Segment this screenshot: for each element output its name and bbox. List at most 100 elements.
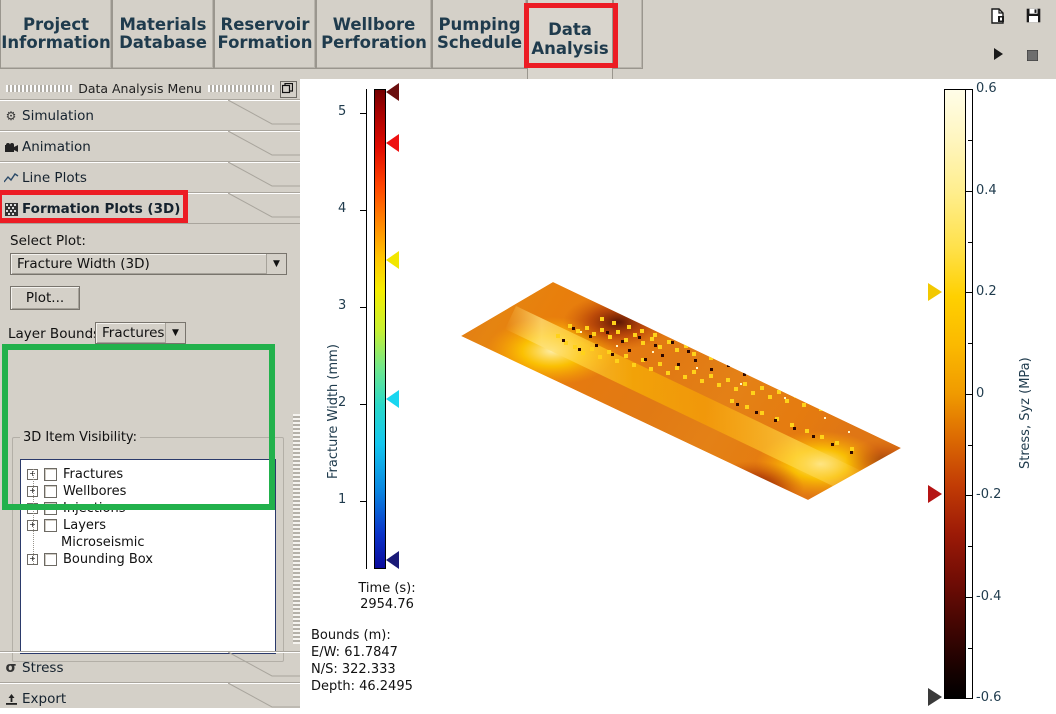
tab-pumping-schedule[interactable]: Pumping Schedule [432,0,527,69]
stop-icon[interactable] [1026,46,1039,65]
tab-label-line2: Analysis [531,38,609,58]
sidebar-item-animation[interactable]: Animation [0,131,300,162]
right-colorbar-minor-tick [968,445,973,446]
tab-label-line1: Project [22,14,90,34]
layer-bounds-value: Fractures [102,325,165,341]
tab-overflow[interactable] [613,0,643,69]
run-icon[interactable] [993,45,1004,64]
right-colorbar-minor-tick [968,140,973,141]
right-colorbar-minor-tick [968,242,973,243]
right-colorbar-minor-tick [968,343,973,344]
sidebar-item-label: Simulation [22,108,94,124]
plot-button[interactable]: Plot... [10,286,80,310]
tree-item-label: Wellbores [63,484,127,499]
tab-label-line2: Database [119,33,207,52]
right-colorbar-tick [966,394,973,395]
tree-item-microseismic[interactable]: Microseismic [21,534,275,551]
tree-item-wellbores[interactable]: + Wellbores [21,483,275,500]
stress-syz-colorbar [944,89,966,699]
sidebar-item-export[interactable]: Export [0,683,300,714]
sigma-icon: σ [5,660,17,676]
stress-marker-lower[interactable] [928,485,942,503]
right-colorbar-tick-label: 0.4 [976,183,997,198]
select-plot-value: Fracture Width (3D) [17,256,150,272]
tab-project-information[interactable]: Project Information [0,0,112,69]
tree-item-bounding-box[interactable]: + Bounding Box [21,551,275,568]
menu-header-title: Data Analysis Menu [78,81,202,96]
right-colorbar-tick-label: 0.6 [976,81,997,96]
right-colorbar-tick-label: -0.4 [976,589,1002,604]
layer-bounds-label: Layer Bounds: [8,326,105,342]
visibility-checkbox[interactable] [44,519,57,532]
visibility-checkbox[interactable] [44,485,57,498]
plot-canvas[interactable]: 5 4 3 2 1 Fracture Width (mm) Time (s): … [300,79,1056,708]
item-visibility-group-title: 3D Item Visibility: [20,430,141,445]
tree-item-label: Bounding Box [63,552,154,567]
right-colorbar-tick [966,495,973,496]
tree-guide-line [33,468,34,564]
header-dots-right [207,85,274,92]
sidebar-item-label: Formation Plots (3D) [22,201,181,217]
right-colorbar-tick-label: -0.6 [976,690,1002,705]
tab-label-line1: Materials [119,14,207,34]
chevron-down-icon[interactable]: ▼ [165,323,185,343]
export-icon [0,692,22,706]
select-plot-label: Select Plot: [10,233,86,249]
layer-bounds-combobox[interactable]: Fractures ▼ [95,322,186,344]
tree-item-layers[interactable]: + Layers [21,517,275,534]
stress-marker-min[interactable] [928,688,942,706]
sidebar-item-label: Export [22,691,67,707]
tab-reservoir-formation[interactable]: Reservoir Formation [214,0,316,69]
visibility-checkbox[interactable] [44,553,57,566]
right-colorbar-tick [966,597,973,598]
visibility-checkbox[interactable] [44,502,57,515]
panel-splitter[interactable] [293,414,300,644]
sidebar-item-label: Stress [22,660,64,676]
tab-wellbore-perforation[interactable]: Wellbore Perforation [316,0,432,69]
tab-label-line1: Pumping [438,14,521,34]
tab-label-line1: Data [548,20,592,40]
visibility-checkbox[interactable] [44,468,57,481]
right-colorbar-tick-label: 0.2 [976,284,997,299]
accordion-divider [0,223,300,224]
line-chart-icon [0,171,22,185]
tab-label-line1: Wellbore [332,14,416,34]
expand-icon [27,538,36,547]
right-colorbar-minor-tick [968,546,973,547]
sidebar-item-simulation[interactable]: ⚙ Simulation [0,100,300,131]
tab-label-line2: Perforation [321,33,427,52]
film-icon [0,140,22,154]
plot-button-label: Plot... [25,290,65,306]
grid-3d-icon [0,202,22,216]
item-visibility-tree[interactable]: + Fractures + Wellbores + Injections + L… [20,459,276,654]
gear-icon: ⚙ [5,109,17,123]
tree-item-label: Microseismic [61,535,145,550]
sidebar-item-line-plots[interactable]: Line Plots [0,162,300,193]
float-panel-icon[interactable] [280,81,297,98]
tab-label-line2: Schedule [437,33,523,52]
tree-item-injections[interactable]: + Injections [21,500,275,517]
tab-label-line2: Information [1,33,111,52]
new-document-icon[interactable] [991,8,1005,28]
tab-data-analysis[interactable]: Data Analysis [527,0,613,79]
select-plot-combobox[interactable]: Fracture Width (3D) ▼ [10,253,287,275]
sidebar-item-label: Animation [22,139,91,155]
sidebar-item-stress[interactable]: σ Stress [0,652,300,683]
save-icon[interactable] [1026,8,1041,27]
tab-label-line2: Formation [217,33,313,52]
stress-marker-upper[interactable] [928,283,942,301]
fracture-surface-3d[interactable] [300,79,1056,708]
right-colorbar-minor-tick [968,648,973,649]
right-colorbar-axis-title: Stress, Syz (MPa) [1018,357,1033,469]
right-colorbar-tick [966,698,973,699]
tree-item-label: Layers [63,518,107,533]
sidebar-item-formation-plots-3d[interactable]: Formation Plots (3D) [0,193,300,224]
tab-materials-database[interactable]: Materials Database [112,0,214,69]
tree-item-fractures[interactable]: + Fractures [21,466,275,483]
right-colorbar-tick-label: -0.2 [976,487,1002,502]
right-colorbar-tick [966,191,973,192]
chevron-down-icon[interactable]: ▼ [266,254,286,274]
menu-header: Data Analysis Menu [0,79,300,98]
right-colorbar-tick-label: 0 [976,386,985,401]
header-dots-left [6,85,73,92]
